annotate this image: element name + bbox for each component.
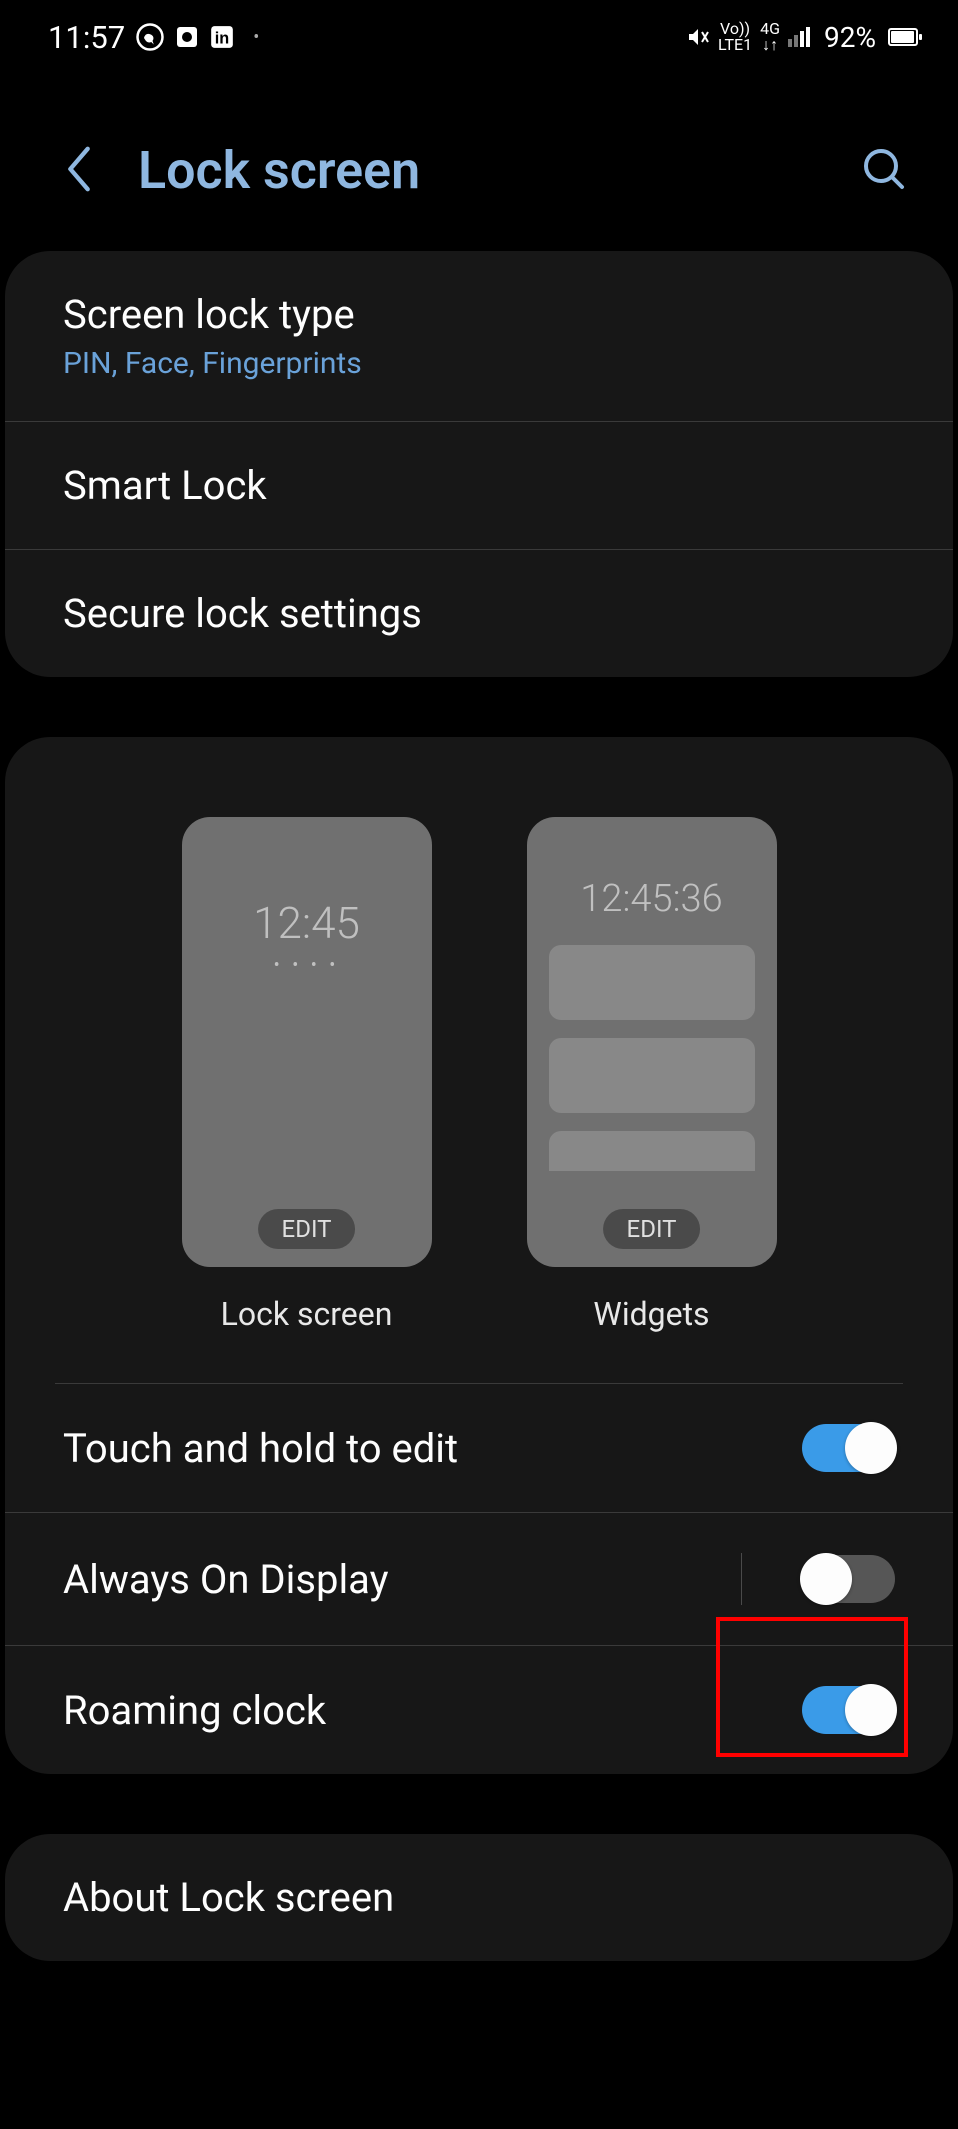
edit-button[interactable]: EDIT xyxy=(603,1209,701,1249)
status-left: 11:57 in • xyxy=(48,19,259,56)
roaming-clock-toggle[interactable] xyxy=(802,1686,895,1734)
status-time: 11:57 xyxy=(48,19,125,56)
header: Lock screen xyxy=(0,70,958,251)
widget-placeholder xyxy=(549,1131,755,1171)
item-title: Always On Display xyxy=(63,1556,711,1603)
item-title: Roaming clock xyxy=(63,1687,326,1734)
divider xyxy=(741,1553,742,1605)
screen-lock-type-item[interactable]: Screen lock type PIN, Face, Fingerprints xyxy=(5,251,953,422)
item-title: Screen lock type xyxy=(63,291,895,338)
linkedin-icon: in xyxy=(209,24,235,50)
widgets-preview[interactable]: 12:45:36 EDIT xyxy=(527,817,777,1267)
volte-indicator: Vo)) LTE1 xyxy=(718,21,752,53)
always-on-display-toggle[interactable] xyxy=(802,1555,895,1603)
about-lock-screen-item[interactable]: About Lock screen xyxy=(5,1834,953,1961)
mute-icon xyxy=(686,25,710,49)
signal-icon xyxy=(788,27,810,47)
app-icon xyxy=(175,25,199,49)
preview-dots: • • • • xyxy=(274,955,340,976)
battery-pct: 92% xyxy=(824,21,876,54)
preview-time: 12:45 xyxy=(253,897,360,949)
item-title: Secure lock settings xyxy=(63,590,895,637)
secure-lock-settings-item[interactable]: Secure lock settings xyxy=(5,550,953,677)
toggle-knob xyxy=(845,1422,897,1474)
lockscreen-preview-column: 12:45 • • • • EDIT Lock screen xyxy=(182,817,432,1333)
toggle-knob xyxy=(845,1684,897,1736)
item-title: Touch and hold to edit xyxy=(63,1425,458,1472)
widgets-preview-column: 12:45:36 EDIT Widgets xyxy=(527,817,777,1333)
dot-icon: • xyxy=(253,27,259,48)
about-card: About Lock screen xyxy=(5,1834,953,1961)
roaming-clock-item[interactable]: Roaming clock xyxy=(5,1646,953,1774)
display-settings-card: 12:45 • • • • EDIT Lock screen 12:45:36 … xyxy=(5,737,953,1774)
preview-label: Lock screen xyxy=(221,1295,393,1333)
back-icon[interactable] xyxy=(60,143,98,199)
item-title: About Lock screen xyxy=(63,1874,394,1921)
always-on-display-item[interactable]: Always On Display xyxy=(5,1513,953,1646)
list-item-main: Smart Lock xyxy=(63,462,895,509)
lockscreen-preview[interactable]: 12:45 • • • • EDIT xyxy=(182,817,432,1267)
toggle-knob xyxy=(800,1553,852,1605)
edit-button[interactable]: EDIT xyxy=(258,1209,356,1249)
smart-lock-item[interactable]: Smart Lock xyxy=(5,422,953,550)
battery-icon xyxy=(888,28,918,46)
lock-settings-card: Screen lock type PIN, Face, Fingerprints… xyxy=(5,251,953,677)
preview-time: 12:45:36 xyxy=(580,877,722,921)
previews-row: 12:45 • • • • EDIT Lock screen 12:45:36 … xyxy=(55,737,903,1384)
item-subtitle: PIN, Face, Fingerprints xyxy=(63,346,895,381)
search-icon[interactable] xyxy=(860,145,908,197)
list-item-main: Secure lock settings xyxy=(63,590,895,637)
list-item-main: Screen lock type PIN, Face, Fingerprints xyxy=(63,291,895,381)
touch-hold-toggle[interactable] xyxy=(802,1424,895,1472)
item-title: Smart Lock xyxy=(63,462,895,509)
touch-hold-edit-item[interactable]: Touch and hold to edit xyxy=(5,1384,953,1513)
lte-label: LTE1 xyxy=(718,37,752,53)
widget-placeholder xyxy=(549,945,755,1020)
status-bar: 11:57 in • Vo)) LTE1 4G ↓↑ 92% xyxy=(0,0,958,70)
svg-text:in: in xyxy=(215,30,229,48)
whatsapp-icon xyxy=(135,22,165,52)
status-right: Vo)) LTE1 4G ↓↑ 92% xyxy=(686,21,918,54)
network-indicator: 4G ↓↑ xyxy=(760,21,780,53)
widget-placeholder xyxy=(549,1038,755,1113)
page-title: Lock screen xyxy=(138,140,820,201)
arrows-icon: ↓↑ xyxy=(762,37,778,53)
preview-label: Widgets xyxy=(593,1295,709,1333)
